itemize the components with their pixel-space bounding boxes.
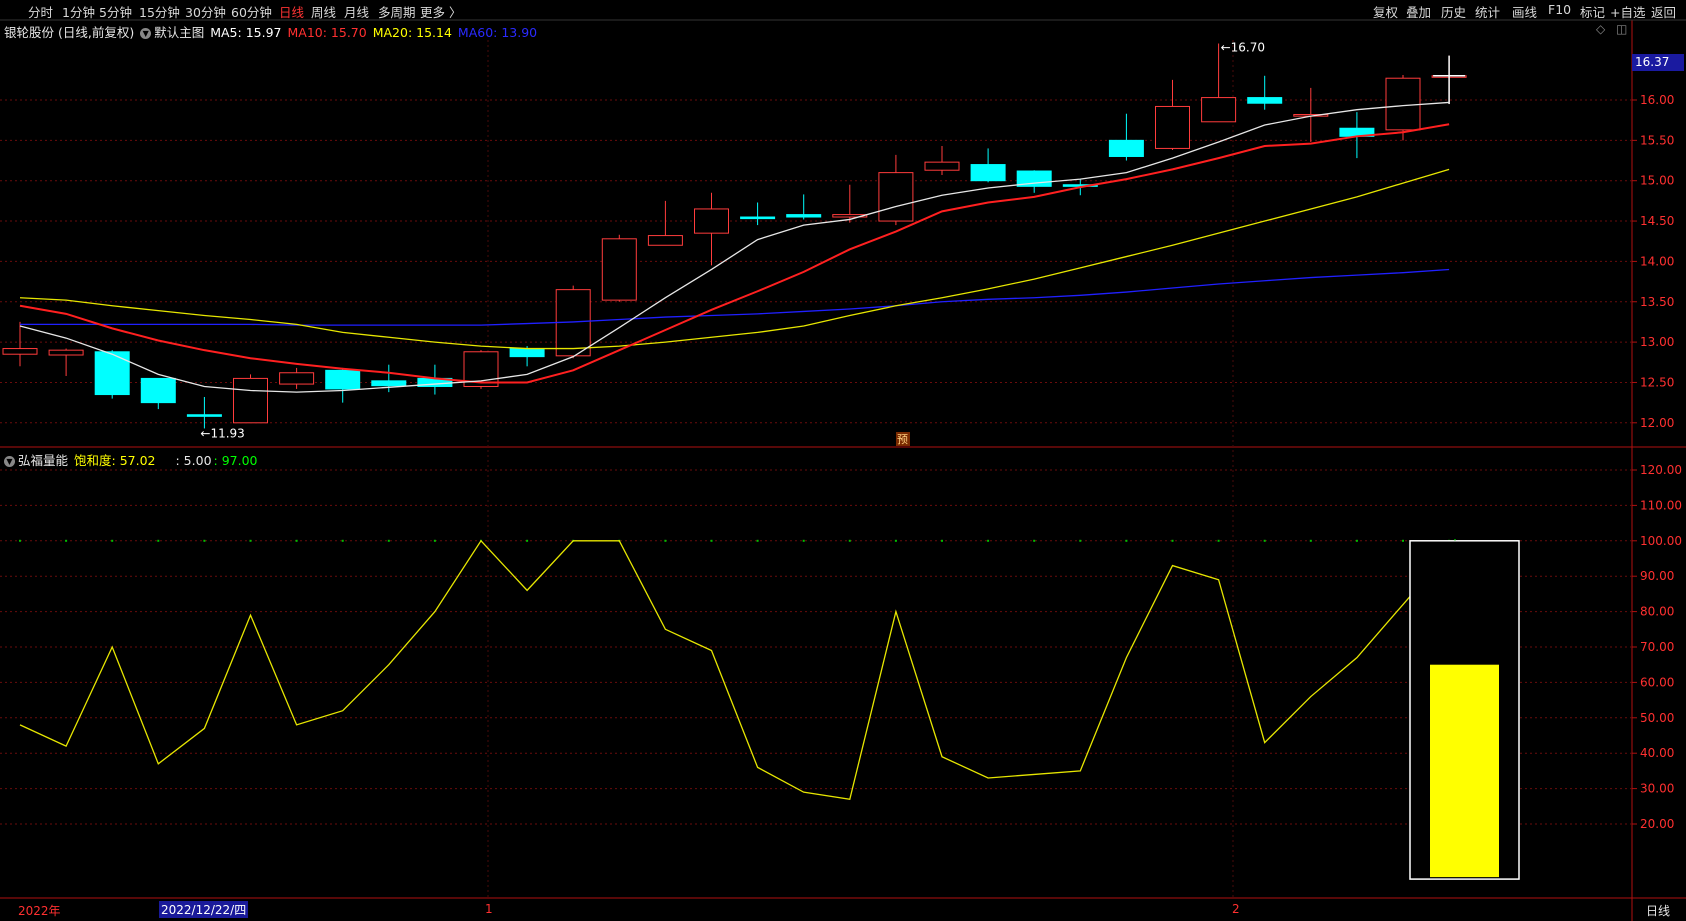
- y-tick-label: 80.00: [1640, 605, 1674, 619]
- signal-dot: [341, 539, 344, 542]
- candle-body: [970, 164, 1006, 182]
- y-tick-label: 90.00: [1640, 569, 1674, 583]
- candle-body: [186, 414, 222, 417]
- y-tick-label: 120.00: [1640, 463, 1682, 477]
- y-tick-label: 14.00: [1640, 254, 1674, 268]
- candle-body: [325, 369, 361, 390]
- candle-body: [1108, 139, 1144, 157]
- y-tick-label: 16.00: [1640, 93, 1674, 107]
- candle-body: [1201, 97, 1237, 123]
- low-annotation: ←11.93: [200, 426, 244, 440]
- candle-body: [1155, 105, 1190, 149]
- candle-body: [2, 348, 38, 355]
- gauge-bar: [1430, 664, 1499, 878]
- signal-dot: [1355, 539, 1358, 542]
- candle-body: [140, 377, 176, 404]
- candle-body: [94, 351, 130, 396]
- y-tick-label: 100.00: [1640, 534, 1682, 548]
- signal-dot: [848, 539, 851, 542]
- cursor-date-label: 2022/12/22/四: [159, 901, 249, 918]
- high-annotation: ←16.70: [1221, 41, 1265, 55]
- y-tick-label: 13.00: [1640, 335, 1674, 349]
- signal-dot: [387, 539, 390, 542]
- candle-body: [1247, 97, 1283, 104]
- signal-dot: [19, 539, 21, 542]
- candle-body: [740, 216, 776, 220]
- signal-dot: [1263, 539, 1266, 542]
- signal-dot: [1033, 539, 1036, 542]
- signal-dot: [111, 539, 114, 542]
- signal-dot: [1309, 539, 1312, 542]
- y-tick-label: 20.00: [1640, 817, 1674, 831]
- signal-dot: [1125, 539, 1128, 542]
- candle-body: [924, 161, 960, 171]
- signal-dot: [1402, 539, 1404, 542]
- signal-dot: [894, 539, 897, 542]
- y-tick-label: 110.00: [1640, 498, 1682, 512]
- y-tick-label: 15.50: [1640, 133, 1674, 147]
- candle-body: [48, 349, 84, 356]
- current-price-box: 16.37: [1632, 54, 1684, 71]
- ma5-line: [19, 101, 1450, 393]
- signal-dot: [1079, 539, 1082, 542]
- signal-dot: [433, 539, 436, 542]
- candle-body: [233, 377, 268, 424]
- signal-dot: [802, 539, 805, 542]
- signal-dot: [987, 539, 990, 542]
- y-tick-label: 30.00: [1640, 782, 1674, 796]
- signal-dot: [65, 539, 68, 542]
- candle-body: [279, 372, 315, 385]
- signal-dot: [295, 539, 298, 542]
- month-label: 2: [1232, 902, 1240, 916]
- signal-dot: [941, 539, 943, 542]
- y-tick-label: 40.00: [1640, 746, 1674, 760]
- ma60-line: [20, 268, 1450, 326]
- y-tick-label: 70.00: [1640, 640, 1674, 654]
- signal-dot: [1217, 539, 1220, 542]
- ma10-line: [19, 123, 1450, 384]
- kline-chart[interactable]: 16.00 15.50 15.00 14.50 14.00 13.50 13.00 12.50…: [0, 0, 1686, 921]
- signal-dot: [756, 539, 759, 542]
- signal-dot: [664, 539, 667, 542]
- y-tick-label: 13.50: [1640, 295, 1674, 309]
- candle-body: [601, 238, 637, 301]
- period-label[interactable]: 日线: [1646, 902, 1670, 919]
- candle-body: [786, 214, 822, 218]
- y-tick-label: 14.50: [1640, 214, 1674, 228]
- y-tick-label: 15.00: [1640, 174, 1674, 188]
- energy-line: [19, 539, 1450, 800]
- time-axis: 2022年 2022/12/22/四 1 2 日线: [0, 898, 1686, 921]
- candle-body: [371, 380, 407, 387]
- candle-body: [509, 348, 545, 358]
- candle-body: [694, 208, 729, 234]
- ma20-line: [19, 168, 1450, 350]
- candle-body: [647, 235, 683, 246]
- month-label: 1: [485, 902, 493, 916]
- candle-body: [878, 172, 914, 222]
- signal-dot: [203, 539, 206, 542]
- y-tick-label: 12.50: [1640, 375, 1674, 389]
- signal-dot: [249, 539, 252, 542]
- candle-body: [1385, 77, 1421, 131]
- signal-dot: [710, 539, 713, 542]
- y-tick-label: 60.00: [1640, 675, 1674, 689]
- pre-badge-label: 预: [897, 433, 908, 446]
- y-tick-label: 12.00: [1640, 416, 1674, 430]
- signal-dot: [157, 539, 160, 542]
- signal-dot: [1171, 539, 1174, 542]
- year-label: 2022年: [18, 904, 61, 918]
- y-tick-label: 50.00: [1640, 711, 1674, 725]
- signal-dot: [526, 539, 529, 542]
